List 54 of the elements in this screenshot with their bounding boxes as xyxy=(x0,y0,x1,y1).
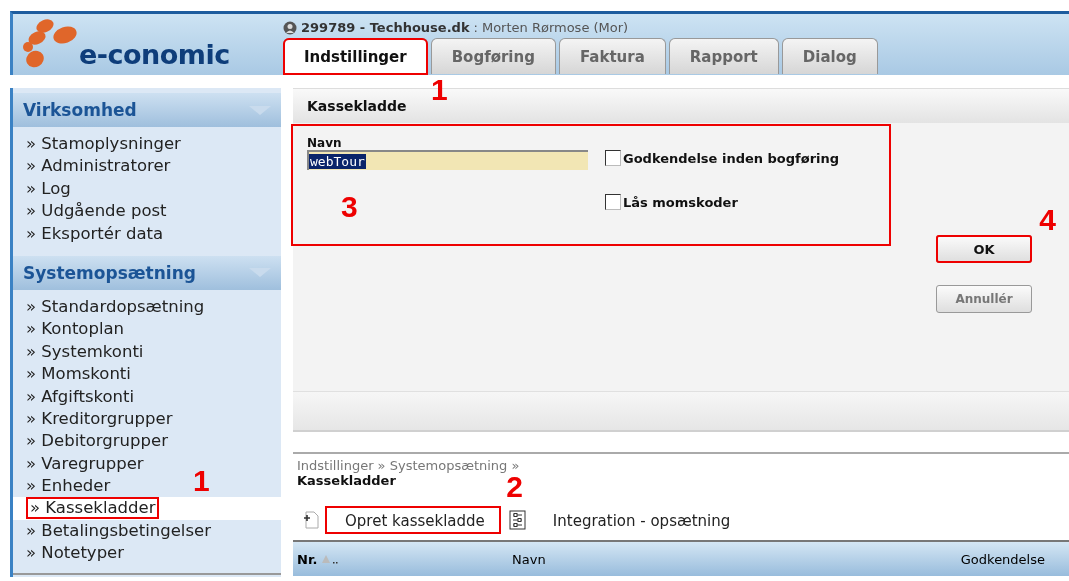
checkbox-label: Lås momskoder xyxy=(623,194,738,210)
sidebar-item[interactable]: » Administratorer xyxy=(10,155,176,178)
tab[interactable]: Faktura xyxy=(558,38,666,74)
settings-icon xyxy=(508,510,527,530)
callout-number: 1 xyxy=(193,466,210,497)
sidebar-item[interactable]: » Varegrupper xyxy=(10,452,149,475)
logo-text: e-conomic xyxy=(79,39,230,71)
callout-number: 1 xyxy=(430,75,448,105)
section-header[interactable]: Systemopsætning xyxy=(13,255,281,290)
sidebar-item[interactable]: » Standardopsætning xyxy=(10,295,210,318)
user-icon xyxy=(283,20,297,35)
sidebar-item[interactable]: » Stamoplysninger xyxy=(10,133,186,155)
sidebar-item[interactable]: » Kontoplan xyxy=(10,318,130,341)
checkbox[interactable] xyxy=(605,150,621,166)
tab[interactable]: Dialog xyxy=(781,38,878,74)
callout-number: 2 xyxy=(506,472,523,502)
section-header[interactable]: Virksomhed xyxy=(13,93,281,127)
sidebar-item[interactable]: » Enheder xyxy=(10,475,116,498)
tab[interactable]: Rapport xyxy=(668,38,779,74)
sidebar-item[interactable]: » Log xyxy=(10,177,76,200)
checkbox-label: Godkendelse inden bogføring xyxy=(623,150,840,166)
sidebar-item[interactable]: » Notetyper xyxy=(10,542,130,565)
field-label: Navn xyxy=(307,136,343,150)
user-name: Morten Rørmose (Mor) xyxy=(481,20,629,35)
callout-number: 3 xyxy=(341,192,358,222)
panel-title: Kassekladde xyxy=(307,98,407,114)
ok-button[interactable]: OK xyxy=(936,235,1032,263)
column-header[interactable]: Nr. xyxy=(297,551,318,567)
sidebar-item[interactable]: » Systemkonti xyxy=(10,340,149,363)
action-link[interactable]: Opret kassekladde xyxy=(325,506,501,534)
sort-icon xyxy=(321,554,340,564)
tab[interactable]: Indstillinger xyxy=(283,38,428,75)
sidebar-item[interactable]: » Betalingsbetingelser xyxy=(10,519,216,542)
sidebar-item[interactable]: » Kreditorgrupper xyxy=(10,407,178,430)
sidebar-item[interactable]: » Momskonti xyxy=(10,363,136,386)
collapse-icon xyxy=(249,268,271,278)
collapse-icon xyxy=(249,105,271,115)
account-name: 299789 - Techhouse.dk xyxy=(301,20,470,35)
separator-text: : xyxy=(473,20,478,35)
name-field[interactable]: webTour xyxy=(307,150,588,170)
column-header[interactable]: Godkendelse xyxy=(960,551,1045,567)
action-link[interactable]: Integration - opsætning xyxy=(532,506,747,534)
column-header[interactable]: Navn xyxy=(512,551,546,567)
sidebar-item[interactable]: » Debitorgrupper xyxy=(10,430,173,453)
cancel-button[interactable]: Annullér xyxy=(936,285,1032,313)
sidebar-item[interactable]: » Udgående post xyxy=(10,200,172,223)
sidebar-item[interactable]: » Afgiftskonti xyxy=(10,385,140,408)
checkbox[interactable] xyxy=(605,194,621,210)
sidebar-item[interactable]: » Eksportér data xyxy=(10,222,169,245)
callout-number: 4 xyxy=(1039,205,1056,235)
breadcrumb[interactable]: Indstillinger » Systemopsætning » xyxy=(293,458,520,473)
page-title: Kassekladder xyxy=(296,473,396,488)
add-document-icon xyxy=(303,511,319,529)
tab[interactable]: Bogføring xyxy=(430,38,556,74)
